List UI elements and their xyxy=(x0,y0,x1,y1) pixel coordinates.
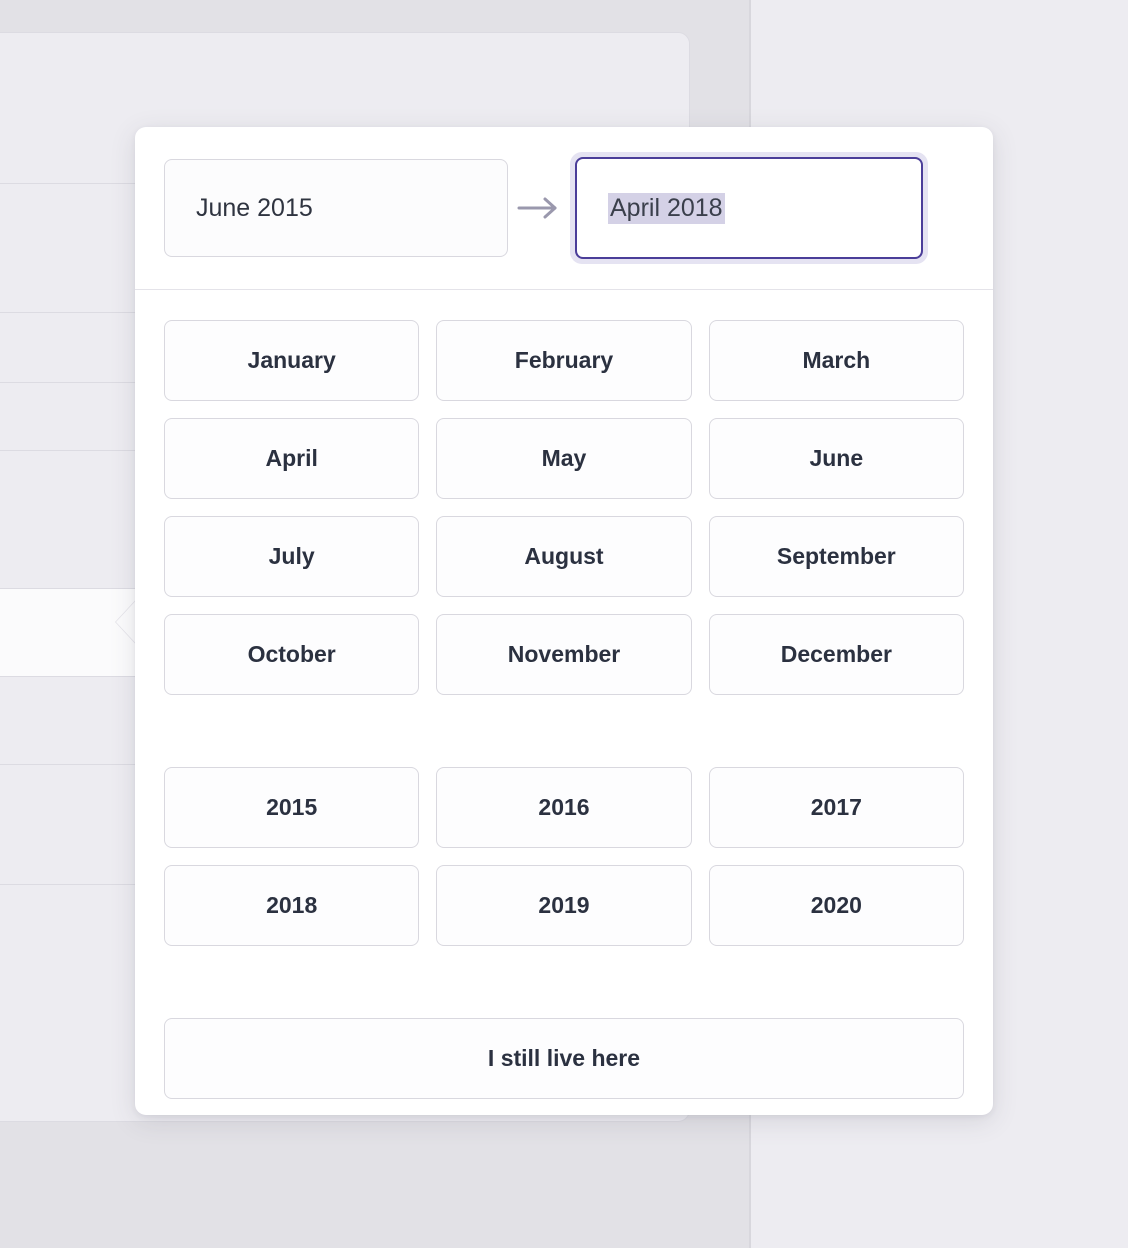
end-date-field[interactable]: April 2018 xyxy=(575,157,923,259)
month-button[interactable]: September xyxy=(708,516,964,597)
year-button[interactable]: 2017 xyxy=(708,767,964,848)
month-button[interactable]: May xyxy=(436,418,692,499)
year-button[interactable]: 2015 xyxy=(164,767,420,848)
month-button[interactable]: November xyxy=(436,614,692,695)
year-button[interactable]: 2019 xyxy=(436,865,692,946)
end-date-focus-ring: April 2018 xyxy=(570,152,928,264)
month-button[interactable]: August xyxy=(436,516,692,597)
start-date-value: June 2015 xyxy=(196,193,313,222)
arrow-right-icon xyxy=(508,196,570,220)
month-button[interactable]: April xyxy=(164,418,420,499)
month-button[interactable]: October xyxy=(164,614,420,695)
month-button[interactable]: December xyxy=(708,614,964,695)
year-button[interactable]: 2018 xyxy=(164,865,420,946)
month-button[interactable]: March xyxy=(708,320,964,401)
month-button[interactable]: June xyxy=(708,418,964,499)
date-picker-body: January February March April May June July Augu… xyxy=(135,290,993,1099)
start-date-field[interactable]: June 2015 xyxy=(164,159,508,257)
year-grid: 2015 2016 2017 2018 2019 2020 xyxy=(164,767,964,946)
date-range-header: June 2015 April 2018 xyxy=(135,127,993,290)
end-date-value: April 2018 xyxy=(608,192,725,224)
grid-spacer xyxy=(164,695,964,767)
year-button[interactable]: 2016 xyxy=(436,767,692,848)
month-grid: January February March April May June July Augu… xyxy=(164,320,964,695)
date-range-picker-modal: June 2015 April 2018 January February Marc… xyxy=(135,127,993,1115)
month-button[interactable]: February xyxy=(436,320,692,401)
month-button[interactable]: January xyxy=(164,320,420,401)
year-button[interactable]: 2020 xyxy=(708,865,964,946)
month-button[interactable]: July xyxy=(164,516,420,597)
still-live-here-button[interactable]: I still live here xyxy=(164,1018,964,1099)
